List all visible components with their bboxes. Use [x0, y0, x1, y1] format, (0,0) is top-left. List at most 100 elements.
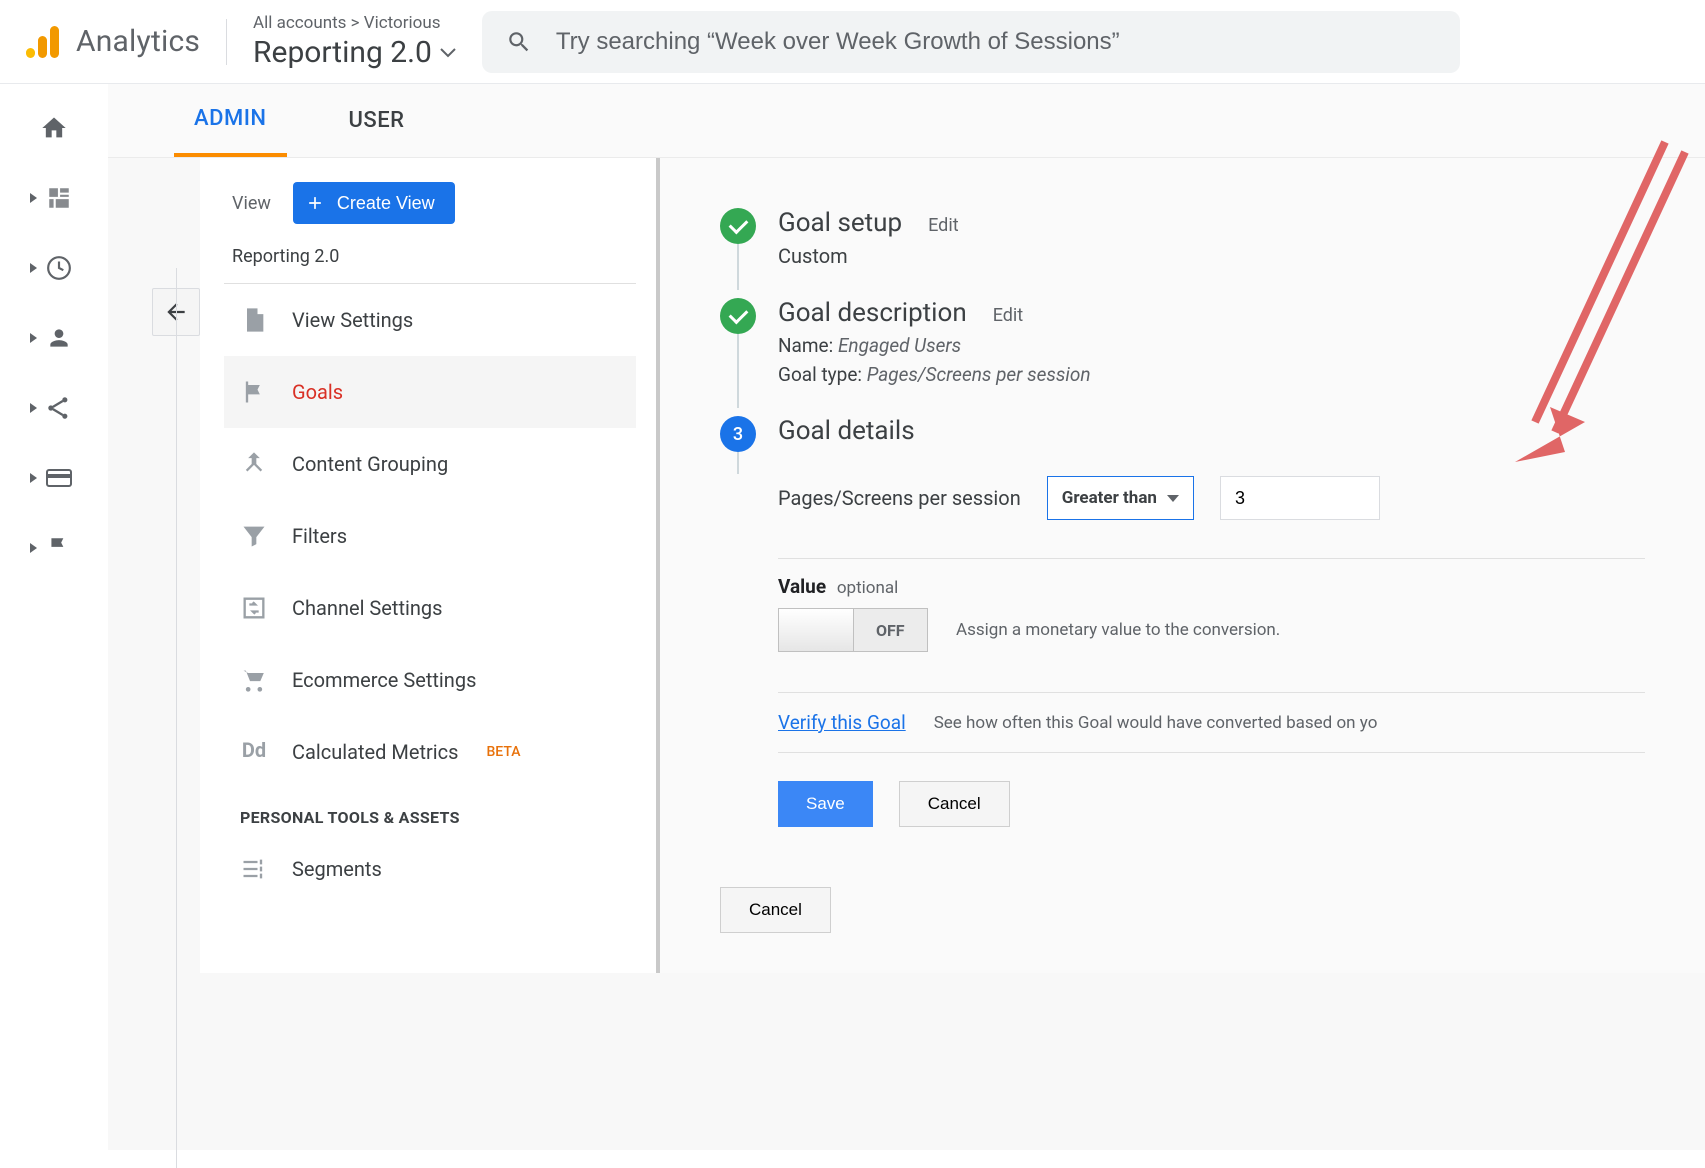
- chevron-right-icon: [30, 403, 37, 413]
- step-title: Goal description: [778, 298, 967, 328]
- sidebar-item-filters[interactable]: Filters: [224, 500, 636, 572]
- cancel-button[interactable]: Cancel: [720, 887, 831, 933]
- divider: [226, 19, 227, 65]
- sidebar-item-ecommerce[interactable]: Ecommerce Settings: [224, 644, 636, 716]
- verify-block: Verify this Goal See how often this Goal…: [778, 692, 1645, 753]
- view-name[interactable]: Reporting 2.0: [224, 238, 636, 284]
- sidebar-item-view-settings[interactable]: View Settings: [224, 284, 636, 356]
- funnel-icon: [240, 522, 268, 550]
- sidebar-item-content-grouping[interactable]: Content Grouping: [224, 428, 636, 500]
- tab-user[interactable]: USER: [329, 84, 425, 157]
- step-title: Goal setup: [778, 208, 902, 238]
- flag-icon: [240, 378, 268, 406]
- chevron-right-icon: [30, 263, 37, 273]
- tree-line: [176, 268, 177, 1168]
- check-icon: [720, 298, 756, 334]
- value-block: Value optional OFF Assign a monetary val…: [778, 558, 1645, 652]
- search-bar[interactable]: [482, 11, 1460, 73]
- sidebar-item-label: Content Grouping: [292, 452, 448, 476]
- goal-type-meta: Goal type: Pages/Screens per session: [778, 363, 1705, 386]
- value-toggle[interactable]: OFF: [778, 608, 928, 652]
- top-header: Analytics All accounts > Victorious Repo…: [0, 0, 1705, 84]
- tab-admin[interactable]: ADMIN: [174, 84, 287, 157]
- threshold-input[interactable]: [1220, 476, 1380, 520]
- product-name: Analytics: [76, 24, 200, 59]
- home-icon[interactable]: [34, 108, 74, 148]
- logo[interactable]: Analytics: [22, 22, 200, 62]
- goal-name-meta: Name: Engaged Users: [778, 334, 1705, 357]
- sidebar-item-label: Filters: [292, 524, 347, 548]
- step-number-badge: 3: [720, 416, 756, 452]
- sidebar-item-label: Ecommerce Settings: [292, 668, 476, 692]
- view-sidebar: View Create View Reporting 2.0 View Sett…: [200, 158, 660, 973]
- nav-customization[interactable]: [30, 178, 79, 218]
- chevron-right-icon: [30, 473, 37, 483]
- breadcrumb: All accounts > Victorious: [253, 13, 456, 33]
- condition-row: Pages/Screens per session Greater than: [778, 476, 1705, 520]
- swap-icon: [240, 594, 268, 622]
- step-sub: Custom: [778, 244, 1705, 268]
- comparator-value: Greater than: [1062, 488, 1157, 508]
- card-icon: [39, 458, 79, 498]
- comparator-select[interactable]: Greater than: [1047, 476, 1194, 520]
- goal-form-panel: Goal setup Edit Custom Goal description …: [660, 158, 1705, 973]
- page-icon: [240, 306, 268, 334]
- step-title: Goal details: [778, 416, 915, 446]
- beta-badge: BETA: [486, 744, 520, 760]
- sidebar-item-segments[interactable]: Segments: [224, 833, 636, 905]
- value-header-text: Value: [778, 575, 826, 598]
- sidebar-item-label: Goals: [292, 380, 343, 404]
- sidebar-item-label: View Settings: [292, 308, 413, 332]
- save-button[interactable]: Save: [778, 781, 873, 827]
- view-label: View: [232, 193, 271, 214]
- sidebar-item-goals[interactable]: Goals: [224, 356, 636, 428]
- person-icon: [39, 318, 79, 358]
- sidebar-item-calculated-metrics[interactable]: Dd Calculated Metrics BETA: [224, 716, 636, 788]
- cancel-step-button[interactable]: Cancel: [899, 781, 1010, 827]
- edit-link[interactable]: Edit: [928, 215, 958, 236]
- caret-down-icon: [1167, 495, 1179, 502]
- nav-realtime[interactable]: [30, 248, 79, 288]
- dd-text-icon: Dd: [240, 738, 268, 766]
- caret-down-icon: [440, 48, 456, 58]
- condition-label: Pages/Screens per session: [778, 486, 1021, 510]
- nav-audience[interactable]: [30, 318, 79, 358]
- share-icon: [39, 388, 79, 428]
- toggle-description: Assign a monetary value to the conversio…: [956, 620, 1280, 640]
- create-view-label: Create View: [337, 193, 435, 214]
- property-selector[interactable]: All accounts > Victorious Reporting 2.0: [253, 13, 456, 70]
- analytics-logo-icon: [22, 22, 62, 62]
- nav-behavior[interactable]: [30, 458, 79, 498]
- step-goal-description: Goal description Edit Name: Engaged User…: [720, 298, 1705, 386]
- step-goal-details: 3 Goal details: [720, 416, 1705, 452]
- search-icon: [506, 29, 532, 55]
- merge-icon: [240, 450, 268, 478]
- sidebar-item-label: Calculated Metrics: [292, 740, 458, 764]
- chevron-right-icon: [30, 333, 37, 343]
- chevron-right-icon: [30, 193, 37, 203]
- optional-label: optional: [837, 578, 898, 598]
- search-input[interactable]: [556, 28, 1436, 56]
- edit-link[interactable]: Edit: [993, 305, 1023, 326]
- chevron-right-icon: [30, 543, 37, 553]
- nav-rail: [0, 84, 108, 1150]
- step-goal-setup: Goal setup Edit Custom: [720, 208, 1705, 268]
- verify-goal-link[interactable]: Verify this Goal: [778, 711, 906, 734]
- create-view-button[interactable]: Create View: [293, 182, 455, 224]
- cart-icon: [240, 666, 268, 694]
- plus-icon: [305, 193, 325, 213]
- sidebar-item-channel-settings[interactable]: Channel Settings: [224, 572, 636, 644]
- verify-description: See how often this Goal would have conve…: [934, 713, 1378, 733]
- sidebar-item-label: Segments: [292, 857, 382, 881]
- clock-icon: [39, 248, 79, 288]
- nav-acquisition[interactable]: [30, 388, 79, 428]
- tabs: ADMIN USER: [108, 84, 1705, 158]
- property-name: Reporting 2.0: [253, 35, 432, 70]
- toggle-knob: [779, 609, 854, 651]
- check-icon: [720, 208, 756, 244]
- toggle-off-label: OFF: [854, 609, 928, 651]
- sidebar-item-label: Channel Settings: [292, 596, 442, 620]
- dashboard-icon: [39, 178, 79, 218]
- segments-icon: [240, 855, 268, 883]
- nav-conversions[interactable]: [30, 528, 79, 568]
